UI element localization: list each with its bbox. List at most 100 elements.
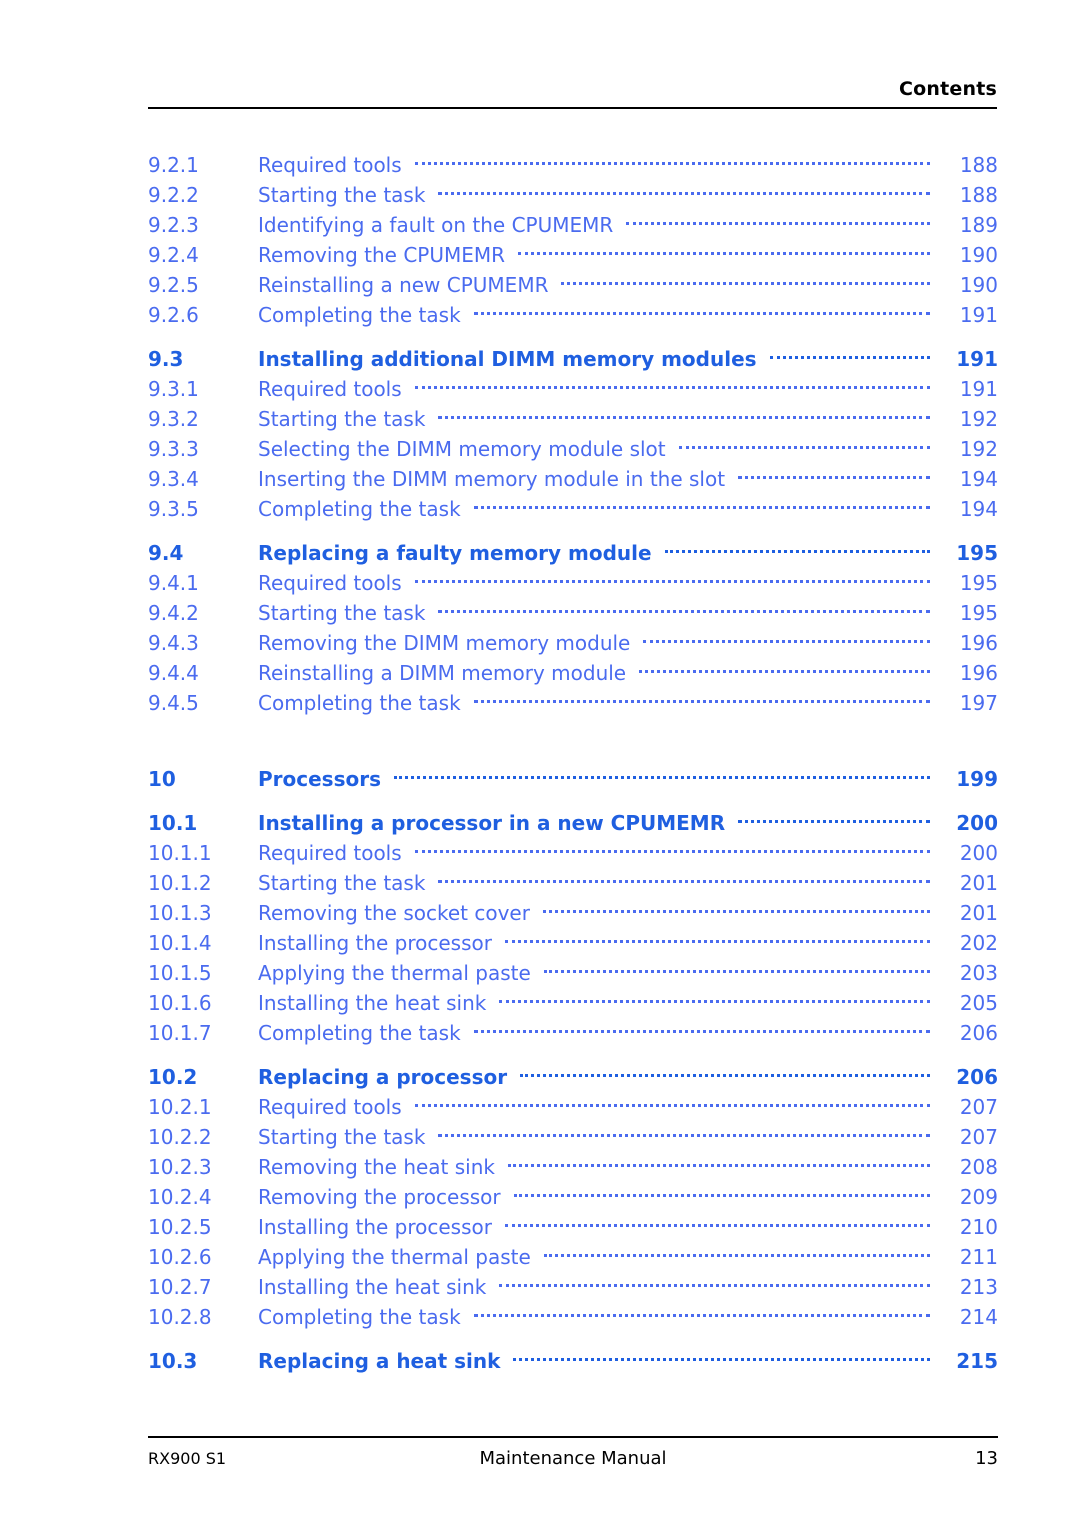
toc-entry-page: 191 (956, 347, 998, 371)
toc-entry[interactable]: 10.1.2 Starting the task 201 (148, 868, 998, 898)
toc-leader-dots (473, 1302, 930, 1324)
toc-entry[interactable]: 10.2.8 Completing the task 214 (148, 1302, 998, 1332)
toc-leader-dots (504, 1212, 930, 1234)
toc-entry[interactable]: 9.3.3 Selecting the DIMM memory module sl… (148, 434, 998, 464)
toc-entry[interactable]: 10.1 Installing a processor in a new CPUM… (148, 808, 998, 838)
toc-entry[interactable]: 9.2.1 Required tools 188 (148, 150, 998, 180)
toc-entry-number: 10.1.4 (148, 931, 212, 955)
toc-entry[interactable]: 9.2.3 Identifying a fault on the CPUMEMR 1… (148, 210, 998, 240)
toc-leader-dots (769, 344, 930, 366)
toc-entry-number: 10.2 (148, 1065, 198, 1089)
toc-leader-dots (414, 150, 930, 172)
toc-entry-page: 206 (956, 1065, 998, 1089)
toc-entry[interactable]: 9.3.2 Starting the task 192 (148, 404, 998, 434)
toc-entry[interactable]: 9.4 Replacing a faulty memory module 195 (148, 538, 998, 568)
toc-entry-page: 200 (959, 841, 998, 865)
toc-entry[interactable]: 9.2.4 Removing the CPUMEMR 190 (148, 240, 998, 270)
toc-entry-number: 9.2.1 (148, 153, 199, 177)
toc-entry[interactable]: 9.4.2 Starting the task 195 (148, 598, 998, 628)
toc-entry-number: 10.1.1 (148, 841, 212, 865)
toc-entry-number: 10.2.2 (148, 1125, 212, 1149)
toc-entry[interactable]: 9.4.4 Reinstalling a DIMM memory module 19… (148, 658, 998, 688)
toc-entry[interactable]: 10.2.4 Removing the processor 209 (148, 1182, 998, 1212)
toc-entry-number: 9.3.1 (148, 377, 199, 401)
toc-entry-page: 215 (956, 1349, 998, 1373)
toc-entry[interactable]: 10.2.7 Installing the heat sink 213 (148, 1272, 998, 1302)
toc-entry-page: 195 (959, 601, 998, 625)
toc-entry-page: 200 (956, 811, 998, 835)
toc-entry-page: 191 (959, 377, 998, 401)
toc-entry-page: 199 (956, 767, 998, 791)
toc-leader-dots (513, 1182, 930, 1204)
document-page: Contents 9.2.1 Required tools 188 9.2.2 Star… (0, 0, 1080, 1526)
toc-entry[interactable]: 10.1.6 Installing the heat sink 205 (148, 988, 998, 1018)
toc-leader-dots (414, 1092, 930, 1114)
toc-entry[interactable]: 10.1.4 Installing the processor 202 (148, 928, 998, 958)
toc-entry[interactable]: 10.2.3 Removing the heat sink 208 (148, 1152, 998, 1182)
toc-entry[interactable]: 9.3.4 Inserting the DIMM memory module in… (148, 464, 998, 494)
toc-leader-dots (414, 568, 930, 590)
toc-entry-number: 10.1.3 (148, 901, 212, 925)
toc-entry-number: 10.2.4 (148, 1185, 212, 1209)
toc-entry-number: 9.4 (148, 541, 184, 565)
toc-entry-page: 190 (959, 243, 998, 267)
toc-entry[interactable]: 10.1.3 Removing the socket cover 201 (148, 898, 998, 928)
toc-entry-label: Required tools (258, 153, 402, 177)
toc-entry[interactable]: 9.4.1 Required tools 195 (148, 568, 998, 598)
toc-entry-number: 9.3 (148, 347, 184, 371)
toc-entry-number: 10.1.5 (148, 961, 212, 985)
toc-entry-number: 9.4.1 (148, 571, 199, 595)
page-header: Contents (148, 78, 997, 109)
toc-entry[interactable]: 9.3.1 Required tools 191 (148, 374, 998, 404)
toc-entry[interactable]: 10.2.1 Required tools 207 (148, 1092, 998, 1122)
toc-entry-number: 10.2.6 (148, 1245, 212, 1269)
toc-entry[interactable]: 9.2.6 Completing the task 191 (148, 300, 998, 330)
toc-entry-label: Required tools (258, 841, 402, 865)
toc-entry-page: 207 (959, 1125, 998, 1149)
toc-entry[interactable]: 10.2 Replacing a processor 206 (148, 1062, 998, 1092)
toc-entry-label: Installing the heat sink (258, 1275, 487, 1299)
toc-entry-page: 195 (956, 541, 998, 565)
toc-leader-dots (738, 808, 930, 830)
toc-entry[interactable]: 10.2.2 Starting the task 207 (148, 1122, 998, 1152)
toc-entry-number: 9.2.3 (148, 213, 199, 237)
toc-entry[interactable]: 10.2.6 Applying the thermal paste 211 (148, 1242, 998, 1272)
toc-entry-number: 9.4.5 (148, 691, 199, 715)
toc-leader-dots (678, 434, 930, 456)
toc-entry-label: Completing the task (258, 691, 461, 715)
toc-entry[interactable]: 10.1.1 Required tools 200 (148, 838, 998, 868)
toc-entry[interactable]: 10.1.7 Completing the task 206 (148, 1018, 998, 1048)
toc-leader-dots (643, 628, 930, 650)
toc-entry-label: Completing the task (258, 303, 461, 327)
toc-leader-dots (543, 1242, 930, 1264)
toc-entry[interactable]: 9.3 Installing additional DIMM memory mod… (148, 344, 998, 374)
toc-entry-page: 192 (959, 407, 998, 431)
toc-entry-label: Installing the heat sink (258, 991, 487, 1015)
toc-entry-page: 202 (959, 931, 998, 955)
toc-entry-label: Installing additional DIMM memory module… (258, 347, 757, 371)
toc-entry-number: 9.3.2 (148, 407, 199, 431)
toc-entry-label: Starting the task (258, 183, 426, 207)
toc-entry-page: 188 (959, 183, 998, 207)
toc-entry[interactable]: 9.3.5 Completing the task 194 (148, 494, 998, 524)
toc-entry[interactable]: 10.2.5 Installing the processor 210 (148, 1212, 998, 1242)
toc-entry[interactable]: 9.2.5 Reinstalling a new CPUMEMR 190 (148, 270, 998, 300)
footer-divider (148, 1436, 998, 1438)
toc-leader-dots (414, 374, 930, 396)
toc-entry[interactable]: 10 Processors 199 (148, 764, 998, 794)
toc-entry-page: 195 (959, 571, 998, 595)
toc-entry-label: Processors (258, 767, 381, 791)
toc-entry[interactable]: 9.4.3 Removing the DIMM memory module 196 (148, 628, 998, 658)
toc-leader-dots (518, 240, 930, 262)
toc-entry-number: 9.2.2 (148, 183, 199, 207)
toc-entry[interactable]: 10.3 Replacing a heat sink 215 (148, 1346, 998, 1376)
toc-leader-dots (438, 868, 930, 890)
footer-product: RX900 S1 (148, 1449, 227, 1468)
toc-entry-label: Removing the DIMM memory module (258, 631, 631, 655)
toc-entry-page: 207 (959, 1095, 998, 1119)
toc-entry[interactable]: 9.4.5 Completing the task 197 (148, 688, 998, 718)
toc-entry[interactable]: 9.2.2 Starting the task 188 (148, 180, 998, 210)
toc-entry-label: Removing the processor (258, 1185, 501, 1209)
toc-entry-page: 206 (959, 1021, 998, 1045)
toc-entry[interactable]: 10.1.5 Applying the thermal paste 203 (148, 958, 998, 988)
